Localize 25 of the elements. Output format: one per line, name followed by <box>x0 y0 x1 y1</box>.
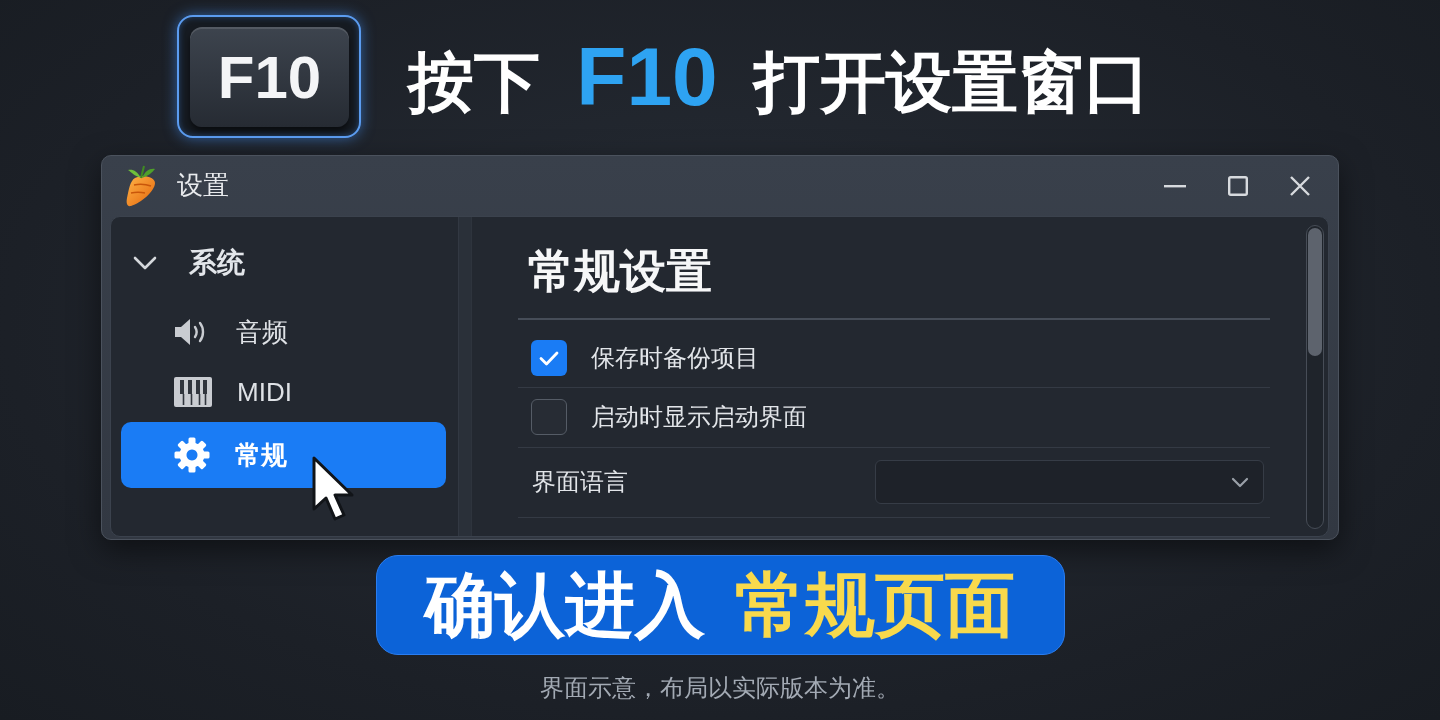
sidebar-item[interactable]: 常规 <box>121 422 446 488</box>
banner-highlight-text: 常规页面 <box>735 570 1015 640</box>
checkmark-icon <box>539 350 559 366</box>
carrot-icon <box>125 165 157 207</box>
sidebar-item[interactable]: 音频 <box>121 302 446 362</box>
checkbox[interactable] <box>531 340 567 376</box>
footnote: 界面示意，布局以实际版本为准。 <box>540 674 900 703</box>
sidebar-item[interactable]: MIDI <box>121 362 446 422</box>
sidebar-group[interactable]: 系统 <box>111 237 458 289</box>
field-label: 界面语言 <box>532 467 628 497</box>
keyboard-key: F10 <box>177 15 361 138</box>
close-icon[interactable] <box>1290 176 1310 196</box>
checkbox[interactable] <box>531 399 567 435</box>
headline: 按下 F10 打开设置窗口 <box>408 35 1150 118</box>
piano-icon <box>174 377 212 407</box>
option-label: 启动时显示启动界面 <box>591 402 807 432</box>
window-title: 设置 <box>177 170 229 202</box>
option-label: 保存时备份项目 <box>591 343 759 373</box>
gear-icon <box>174 437 210 473</box>
chevron-down-icon <box>1231 476 1249 488</box>
banner-text: 确认进入 <box>425 570 705 640</box>
minimize-icon[interactable] <box>1164 184 1186 188</box>
section-title: 常规设置 <box>528 244 713 299</box>
scrollbar-thumb[interactable] <box>1308 228 1322 356</box>
maximize-icon[interactable] <box>1228 176 1248 196</box>
